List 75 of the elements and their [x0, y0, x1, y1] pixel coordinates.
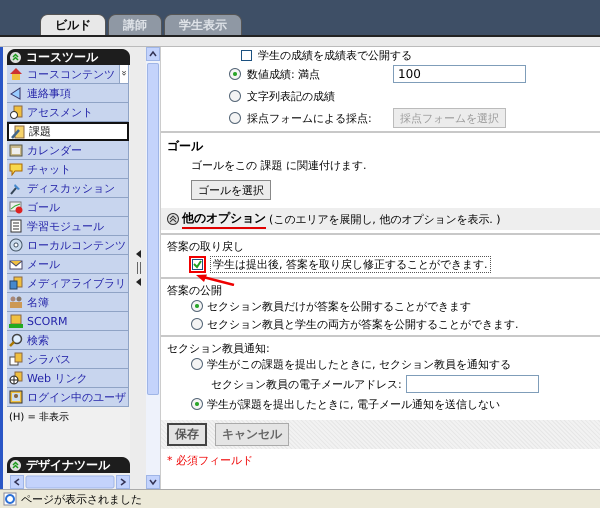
scroll-up-icon — [146, 47, 160, 61]
collapse-icon — [10, 460, 21, 470]
email-field[interactable] — [406, 375, 539, 393]
sidebar-item[interactable]: アセスメント — [7, 103, 129, 122]
sidebar-item[interactable]: ローカルコンテンツ — [7, 236, 129, 255]
media-icon — [9, 276, 23, 290]
document-pen-icon — [11, 124, 25, 138]
required-note: * 必須フィールド — [167, 453, 254, 468]
sidebar-item[interactable]: ログイン中のユーザ — [7, 388, 129, 407]
option-label: 学生が課題を提出したときに, 電子メール通知を送信しない — [207, 396, 500, 412]
sidebar-item[interactable]: 検索 — [7, 331, 129, 350]
field-label: セクション教員の電子メールアドレス: — [211, 376, 402, 392]
radio-button[interactable] — [229, 112, 241, 124]
sidebar-item[interactable]: ディスカッション — [7, 179, 129, 198]
description-text: ゴールをこの 課題 に関連付けます. — [190, 158, 368, 173]
sidebar-item[interactable]: Web リンク — [7, 369, 129, 388]
tab[interactable]: ビルド — [40, 14, 106, 35]
globe-icon — [9, 371, 23, 385]
search-icon — [9, 333, 23, 347]
legend-text: (H) = 非表示 — [8, 410, 70, 425]
document-icon — [9, 352, 23, 366]
collapse-icon — [10, 52, 21, 62]
radio-button[interactable] — [191, 318, 203, 330]
save-button[interactable]: 保存 — [167, 423, 207, 446]
radio-button[interactable] — [229, 68, 241, 80]
cancel-button[interactable]: キャンセル — [215, 423, 289, 446]
section-label: 答案の取り戻し — [167, 239, 244, 254]
double-chevron-icon — [119, 65, 128, 83]
portrait-icon — [9, 390, 23, 404]
option-label: 学生がこの課題を提出したときに, セクション教員を通知する — [207, 356, 511, 372]
panel-header[interactable]: デザイナツール — [7, 457, 130, 473]
check-icon — [193, 260, 202, 268]
sidebar-item[interactable]: シラバス — [7, 350, 129, 369]
section-label: 答案の公開 — [167, 283, 222, 298]
vertical-scrollbar[interactable] — [146, 47, 160, 489]
hint-text: (このエリアを展開し, 他のオプションを表示. ) — [269, 212, 501, 226]
chart-apple-icon — [9, 200, 23, 214]
sidebar-item[interactable]: 課題 — [7, 122, 129, 141]
speech-bubble-icon — [9, 162, 23, 176]
section-label: セクション教員通知: — [167, 341, 270, 356]
checkbox[interactable] — [192, 258, 203, 270]
option-label: 学生の成績を成績表で公開する — [258, 48, 412, 62]
sidebar-item[interactable]: チャット — [7, 160, 129, 179]
radio-button[interactable] — [191, 358, 203, 370]
option-label: 採点フォームによる採点: — [247, 110, 373, 126]
option-label: セクション教員だけが答案を公開することができます — [207, 298, 471, 314]
status-text: ページが表示されました — [21, 492, 142, 506]
sidebar-item[interactable]: 学習モジュール — [7, 217, 129, 236]
sidebar-item[interactable]: メディアライブラリ — [7, 274, 129, 293]
calendar-icon — [9, 143, 23, 157]
sidebar-item[interactable]: 名簿 — [7, 293, 129, 312]
sidebar-item[interactable]: コースコンテンツ — [7, 65, 129, 84]
options-bar[interactable]: 他のオプション (このエリアを展開し, 他のオプションを表示. ) — [161, 208, 600, 230]
sidebar-item[interactable]: カレンダー — [7, 141, 129, 160]
sidebar-item[interactable]: 連絡事項 — [7, 84, 129, 103]
score-field[interactable]: 100 — [393, 65, 526, 83]
option-label: 数値成績: 満点 — [247, 66, 322, 82]
option-label: 文字列表記の成績 — [247, 88, 336, 104]
option-label: 学生は提出後, 答案を取り戻し修正することができます. — [210, 256, 490, 272]
sidebar-item[interactable]: SCORM — [7, 312, 129, 331]
option-label: セクション教員と学生の両方が答案を公開することができます. — [207, 316, 518, 332]
scroll-down-icon — [146, 475, 160, 489]
options-title: 他のオプション — [182, 210, 266, 228]
select-goal-button[interactable]: ゴールを選択 — [191, 180, 271, 200]
sidebar-item[interactable]: メール — [7, 255, 129, 274]
section-heading: ゴール — [167, 138, 204, 155]
sidebar-item[interactable]: ゴール — [7, 198, 129, 217]
checkbox[interactable] — [241, 50, 252, 60]
people-icon — [9, 295, 23, 309]
disc-icon — [9, 238, 23, 252]
panel-header[interactable]: コースツール — [7, 49, 130, 65]
radio-button[interactable] — [191, 398, 203, 410]
radio-button[interactable] — [191, 300, 203, 312]
radio-button[interactable] — [229, 90, 241, 102]
house-icon — [9, 67, 23, 81]
